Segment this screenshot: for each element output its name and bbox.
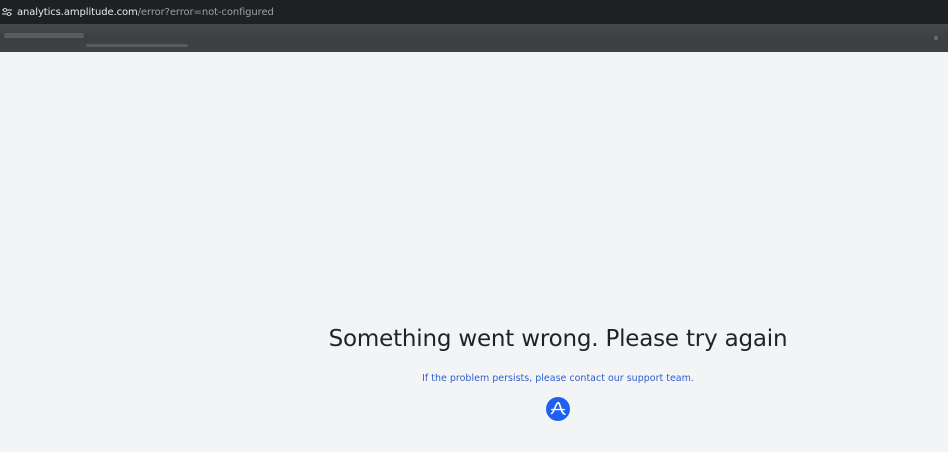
error-page: Something went wrong. Please try again I… [0, 52, 948, 452]
bookmark-item[interactable] [4, 33, 84, 38]
url-text[interactable]: analytics.amplitude.com/error?error=not-… [17, 7, 274, 18]
bookmark-item[interactable] [86, 44, 188, 47]
site-info-icon[interactable] [0, 5, 14, 19]
amplitude-logo-icon[interactable] [546, 397, 570, 421]
address-bar[interactable]: analytics.amplitude.com/error?error=not-… [0, 0, 948, 24]
error-heading: Something went wrong. Please try again [328, 326, 788, 352]
extension-icon[interactable] [934, 36, 938, 40]
bookmarks-bar [0, 24, 948, 52]
bookmarks-blur [0, 24, 948, 52]
browser-chrome: analytics.amplitude.com/error?error=not-… [0, 0, 948, 52]
support-link[interactable]: If the problem persists, please contact … [0, 373, 948, 384]
url-path: /error?error=not-configured [137, 6, 274, 18]
url-host: analytics.amplitude.com [17, 6, 138, 18]
